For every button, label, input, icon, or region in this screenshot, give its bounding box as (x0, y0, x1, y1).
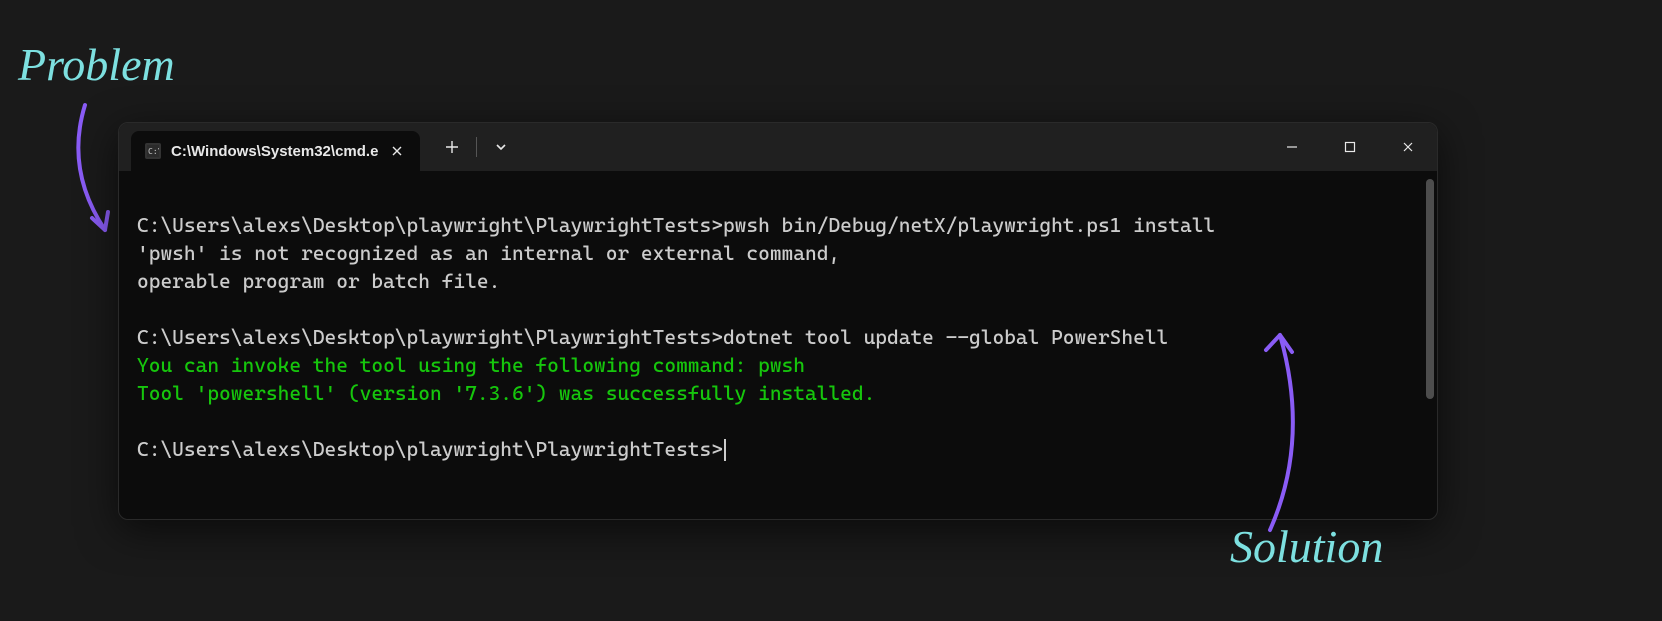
window-controls (1263, 123, 1437, 171)
terminal-line: operable program or batch file. (137, 269, 500, 293)
shell-dropdown-button[interactable] (481, 123, 521, 171)
prompt: C:\Users\alexs\Desktop\playwright\Playwr… (137, 325, 723, 349)
new-tab-button[interactable] (432, 123, 472, 171)
annotation-solution: Solution (1230, 520, 1383, 573)
maximize-button[interactable] (1321, 123, 1379, 171)
prompt: C:\Users\alexs\Desktop\playwright\Playwr… (137, 213, 723, 237)
close-button[interactable] (1379, 123, 1437, 171)
minimize-button[interactable] (1263, 123, 1321, 171)
annotation-problem: Problem (18, 38, 175, 91)
prompt: C:\Users\alexs\Desktop\playwright\Playwr… (137, 437, 723, 461)
terminal-window: C:\ C:\Windows\System32\cmd.e (118, 122, 1438, 520)
terminal-line: C:\Users\alexs\Desktop\playwright\Playwr… (137, 437, 726, 461)
terminal-line: C:\Users\alexs\Desktop\playwright\Playwr… (137, 325, 1168, 349)
tab-actions (420, 123, 521, 171)
command-text: pwsh bin/Debug/netX/playwright.ps1 insta… (723, 213, 1215, 237)
text-cursor (724, 439, 726, 461)
tab-cmd[interactable]: C:\ C:\Windows\System32\cmd.e (131, 131, 420, 171)
terminal-line: C:\Users\alexs\Desktop\playwright\Playwr… (137, 213, 1215, 237)
terminal-blank-line (137, 297, 149, 321)
tab-divider (476, 137, 477, 157)
terminal-line-success: You can invoke the tool using the follow… (137, 353, 805, 377)
titlebar: C:\ C:\Windows\System32\cmd.e (119, 123, 1437, 171)
scrollbar-thumb[interactable] (1426, 179, 1434, 399)
terminal-line-success: Tool 'powershell' (version '7.3.6') was … (137, 381, 875, 405)
scrollbar-track[interactable] (1424, 179, 1434, 509)
svg-text:C:\: C:\ (148, 147, 159, 156)
terminal-line: 'pwsh' is not recognized as an internal … (137, 241, 840, 265)
tab-close-button[interactable] (388, 142, 406, 160)
terminal-blank-line (137, 409, 149, 433)
terminal-output[interactable]: C:\Users\alexs\Desktop\playwright\Playwr… (119, 171, 1437, 519)
tab-strip: C:\ C:\Windows\System32\cmd.e (119, 123, 1263, 171)
command-text: dotnet tool update --global PowerShell (723, 325, 1168, 349)
cmd-icon: C:\ (145, 143, 161, 159)
tab-title: C:\Windows\System32\cmd.e (171, 143, 378, 160)
